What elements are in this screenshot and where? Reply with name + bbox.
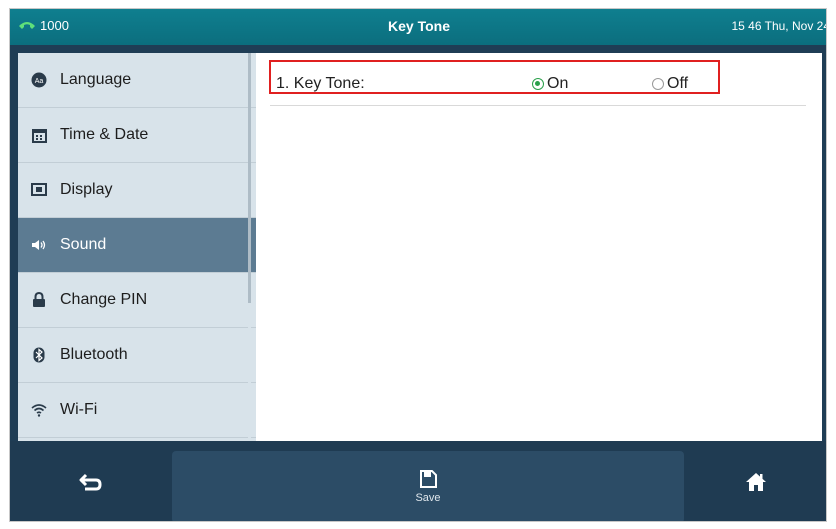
save-button[interactable]: Save	[172, 451, 684, 521]
sidebar-item-time-date[interactable]: Time & Date	[18, 108, 256, 163]
sidebar-item-sound[interactable]: Sound	[18, 218, 256, 273]
page-title: Key Tone	[388, 18, 450, 34]
screenshot-frame: 1000 Key Tone 15 46 Thu, Nov 24 Aa Langu…	[0, 0, 836, 529]
sidebar-item-label: Display	[60, 181, 113, 198]
status-bar: 1000 Key Tone 15 46 Thu, Nov 24	[10, 9, 827, 45]
sidebar-item-wifi[interactable]: Wi-Fi	[18, 383, 256, 438]
save-label: Save	[415, 492, 441, 504]
date-time: 15 46 Thu, Nov 24	[731, 19, 827, 33]
sidebar-item-change-pin[interactable]: Change PIN	[18, 273, 256, 328]
svg-text:Aa: Aa	[35, 78, 44, 85]
language-icon: Aa	[30, 71, 48, 89]
lock-icon	[30, 291, 48, 309]
sidebar-item-label: Wi-Fi	[60, 401, 98, 418]
phone-screen: 1000 Key Tone 15 46 Thu, Nov 24 Aa Langu…	[9, 8, 827, 522]
back-arrow-icon	[79, 473, 102, 491]
sidebar-scroll-thumb[interactable]	[248, 53, 251, 303]
speaker-icon	[30, 236, 48, 254]
home-button[interactable]	[684, 441, 826, 521]
calendar-icon	[30, 126, 48, 144]
bluetooth-icon	[30, 346, 48, 364]
sidebar-item-label: Bluetooth	[60, 346, 128, 363]
back-button[interactable]	[10, 441, 172, 521]
home-icon	[746, 473, 766, 491]
save-icon	[420, 470, 437, 488]
sidebar-item-label: Change PIN	[60, 291, 148, 308]
sidebar-item-label: Sound	[60, 236, 107, 253]
sidebar-item-display[interactable]: Display	[18, 163, 256, 218]
settings-content: 1. Key Tone: On Off	[256, 53, 822, 441]
sidebar-scrollbar[interactable]	[248, 53, 251, 441]
wifi-icon	[30, 401, 48, 419]
sidebar-item-label: Language	[60, 71, 132, 88]
softkey-bar: Save	[10, 441, 826, 521]
settings-sidebar: Aa Language Time & Date Display Sound Ch…	[18, 53, 256, 441]
annotation-highlight-box	[269, 60, 720, 94]
sidebar-item-label: Time & Date	[60, 126, 149, 143]
sidebar-item-language[interactable]: Aa Language	[18, 53, 256, 108]
sidebar-item-bluetooth[interactable]: Bluetooth	[18, 328, 256, 383]
display-icon	[30, 181, 48, 199]
